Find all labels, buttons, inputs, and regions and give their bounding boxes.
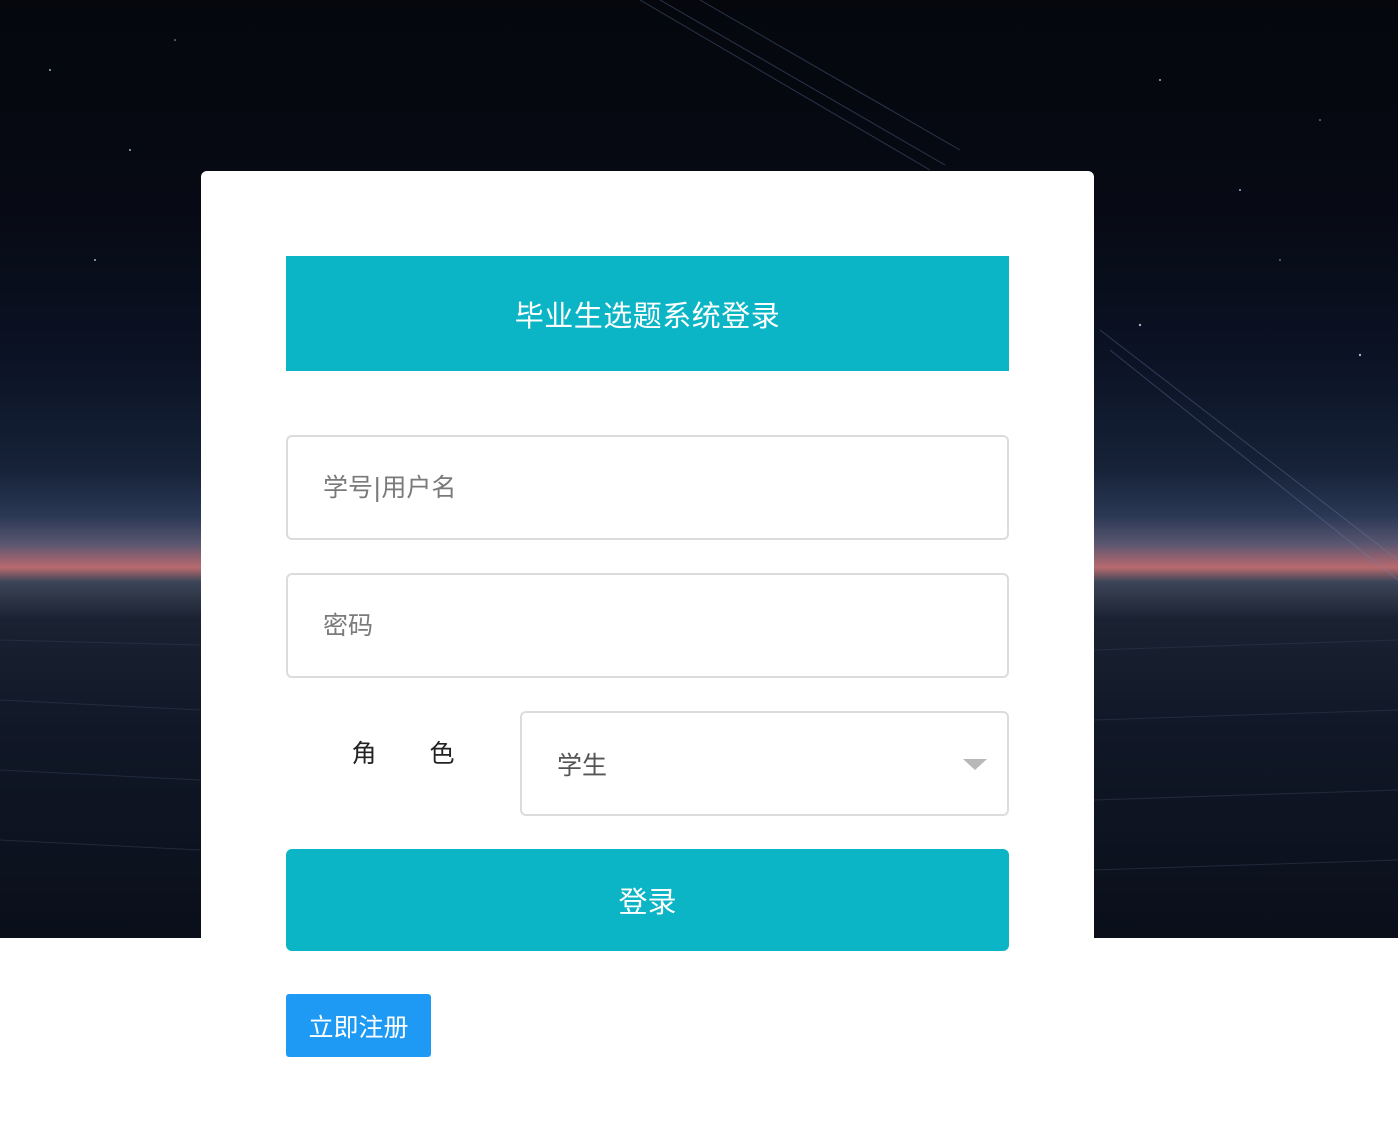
password-field[interactable] <box>286 573 1009 678</box>
register-button[interactable]: 立即注册 <box>286 994 431 1057</box>
role-select[interactable]: 学生 <box>520 711 1009 816</box>
role-label: 角 色 <box>286 712 520 792</box>
password-input[interactable] <box>288 575 1007 676</box>
username-input[interactable] <box>288 437 1007 538</box>
caret-down-icon[interactable] <box>963 759 987 770</box>
login-button[interactable]: 登录 <box>286 849 1009 951</box>
page-title: 毕业生选题系统登录 <box>286 256 1009 371</box>
role-label-char-1: 角 <box>351 739 377 768</box>
login-page: 毕业生选题系统登录 角 色 学生 登录 立即注册 <box>0 0 1398 1121</box>
role-label-char-2: 色 <box>429 739 455 768</box>
username-field[interactable] <box>286 435 1009 540</box>
role-select-value: 学生 <box>557 751 608 780</box>
